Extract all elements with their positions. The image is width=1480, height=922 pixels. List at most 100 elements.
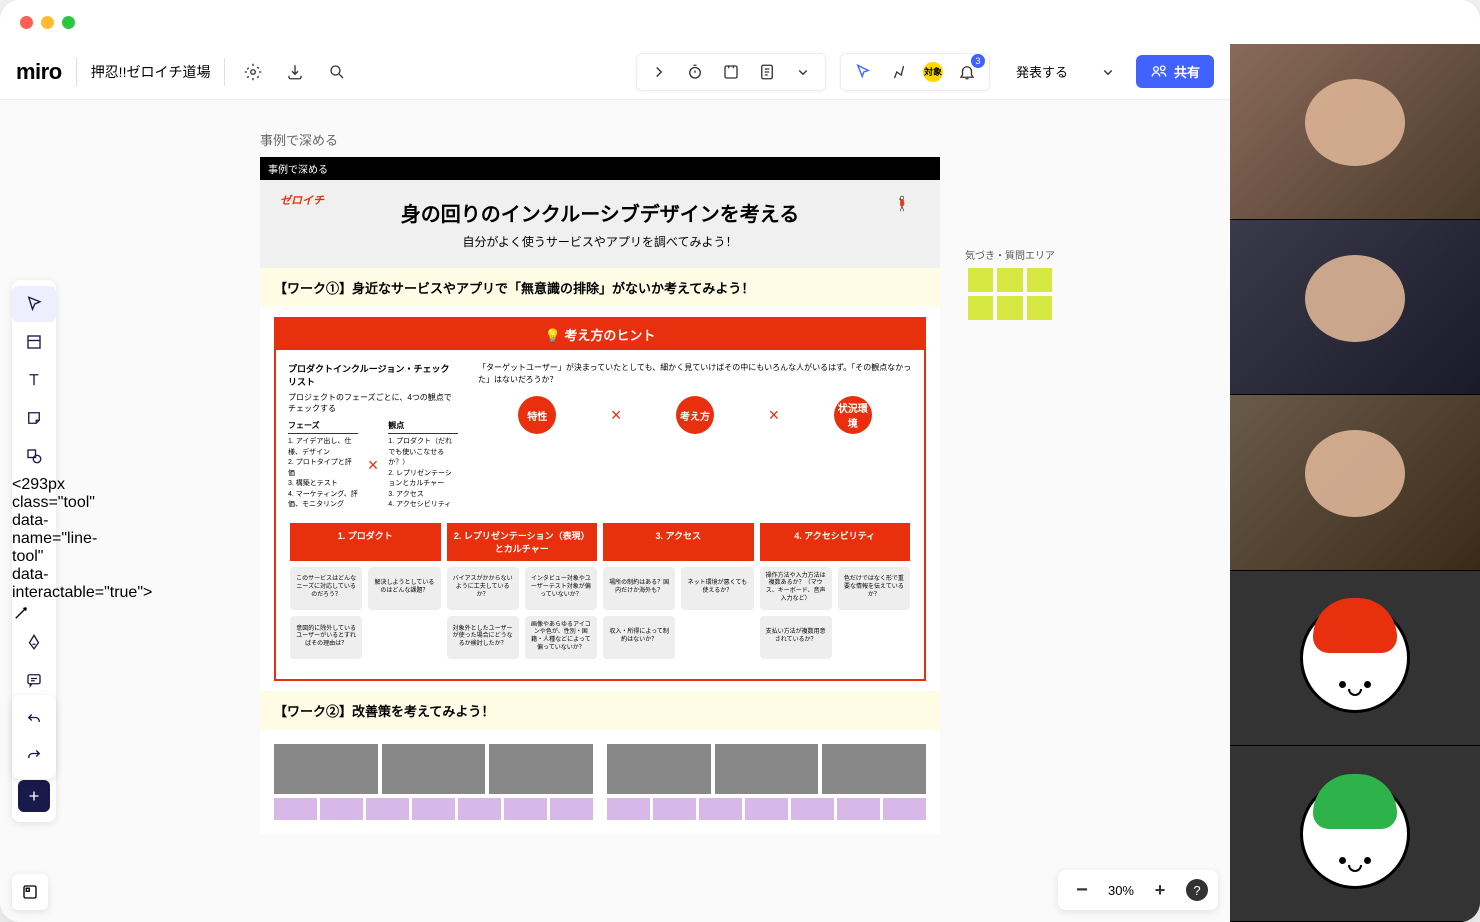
notes-icon[interactable]: [753, 58, 781, 86]
speech: 画像やあらゆるアイコンや色が、性別・国籍・人種などによって偏っていないか？: [525, 616, 597, 659]
hero-logo: ゼロイチ: [280, 192, 324, 208]
circle-2: 考え方: [676, 396, 714, 434]
participant-3[interactable]: [1230, 395, 1480, 571]
checklist: プロダクトインクルージョン・チェックリスト プロジェクトのフェーズごとに、4つの…: [288, 362, 458, 511]
participant-4[interactable]: [1230, 571, 1480, 747]
speech: 収入・所得によって制約はないか？: [603, 616, 675, 659]
speech: 支払い方法が複数用意されているか？: [760, 616, 832, 659]
video-participants: [1230, 44, 1480, 922]
chevron-right-icon[interactable]: [645, 58, 673, 86]
maximize-window-icon[interactable]: [62, 16, 75, 29]
minimap-toggle[interactable]: [12, 874, 48, 910]
category-tabs: 1. プロダクト 2. レプリゼンテーション（表現）とカルチャー 3. アクセス…: [276, 523, 924, 561]
present-button[interactable]: 発表する: [1004, 56, 1080, 87]
participant-1[interactable]: [1230, 44, 1480, 220]
breadcrumb: 事例で深める: [260, 130, 1130, 149]
export-icon[interactable]: [281, 58, 309, 86]
circles-diagram: 特性 × 考え方 × 状況環境: [478, 396, 912, 434]
speech: 対象外としたユーザーが使った場合にどうなるか検討したか？: [447, 616, 519, 659]
notes-panel: 気づき・質問エリア: [960, 247, 1060, 320]
tab-4: 4. アクセシビリティ: [760, 523, 911, 561]
board-name[interactable]: 押忍!!ゼロイチ道場: [91, 62, 211, 82]
divider: [224, 58, 225, 86]
sticky-note[interactable]: [968, 268, 993, 292]
main-frame[interactable]: 事例で深める ゼロイチ 身の回りのインクルーシブデザインを考える 自分がよく使う…: [260, 157, 940, 834]
presence-cluster: 対象 3: [840, 53, 990, 91]
speech: 場所の制約はある？国内だけか海外も？: [603, 567, 675, 610]
work2-area: [260, 730, 940, 834]
tab-2: 2. レプリゼンテーション（表現）とカルチャー: [447, 523, 598, 561]
canvas-area[interactable]: <293px class="tool" data-name="line-tool…: [0, 100, 1230, 922]
participant-2[interactable]: [1230, 220, 1480, 396]
user-avatar-badge[interactable]: 対象: [921, 60, 945, 84]
notifications-icon[interactable]: 3: [953, 58, 981, 86]
redo-icon[interactable]: [12, 737, 56, 773]
sticky-note[interactable]: [1027, 268, 1052, 292]
divider: [76, 58, 77, 86]
frame-tool[interactable]: [12, 324, 56, 360]
work2-title: 【ワーク②】改善策を考えてみよう！: [260, 691, 940, 730]
zoom-out-button[interactable]: −: [1068, 876, 1096, 904]
checklist-title: プロダクトインクルージョン・チェックリスト: [288, 362, 458, 388]
sticky-note[interactable]: [1027, 296, 1052, 320]
frame-title: 事例で深める: [260, 157, 940, 180]
view-tools-cluster: [636, 53, 826, 91]
add-tool[interactable]: [18, 780, 50, 812]
frame-body: ゼロイチ 身の回りのインクルーシブデザインを考える 自分がよく使うサービスやアプ…: [260, 180, 940, 834]
shape-tool[interactable]: [12, 438, 56, 474]
checklist-sub: プロジェクトのフェーズごとに、4つの観点でチェックする: [288, 392, 458, 414]
viewpoint-header: 観点: [388, 420, 458, 434]
app-body: miro 押忍!!ゼロイチ道場 対象: [0, 44, 1480, 922]
cartoon-avatar-red: [1300, 603, 1410, 713]
viewpoint-list: 1. プロダクト（だれでも使いこなせるか？） 2. レプリゼンテーションとカルチ…: [388, 437, 458, 511]
cartoon-avatar-green: [1300, 779, 1410, 889]
minimize-window-icon[interactable]: [41, 16, 54, 29]
hero-title: 身の回りのインクルーシブデザインを考える: [290, 198, 910, 227]
mac-titlebar: [0, 0, 1480, 44]
comment-tool[interactable]: [12, 662, 56, 698]
zoom-in-button[interactable]: +: [1146, 876, 1174, 904]
sticky-tool[interactable]: [12, 400, 56, 436]
share-button[interactable]: 共有: [1136, 55, 1214, 88]
miro-logo[interactable]: miro: [16, 59, 62, 85]
search-icon[interactable]: [323, 58, 351, 86]
main-area: miro 押忍!!ゼロイチ道場 対象: [0, 44, 1230, 922]
top-toolbar: miro 押忍!!ゼロイチ道場 対象: [0, 44, 1230, 100]
timer-icon[interactable]: [681, 58, 709, 86]
canvas-content: 事例で深める 事例で深める ゼロイチ 身の回りのインクルーシブデザインを考える …: [0, 100, 1230, 922]
zoom-level[interactable]: 30%: [1108, 883, 1134, 898]
participant-5[interactable]: [1230, 746, 1480, 922]
speech: 意図的に除外しているユーザーがいるとすればその理由は？: [290, 616, 362, 659]
settings-icon[interactable]: [239, 58, 267, 86]
reactions-icon[interactable]: [885, 58, 913, 86]
circle-3: 状況環境: [834, 396, 872, 434]
phase-header: フェーズ: [288, 420, 358, 434]
pen-tool[interactable]: [12, 624, 56, 660]
work1-title: 【ワーク①】身近なサービスやアプリで「無意識の排除」がないか考えてみよう！: [260, 268, 940, 307]
times-icon: ×: [368, 455, 379, 476]
hero-illustration: [884, 195, 920, 255]
screenshot-icon[interactable]: [717, 58, 745, 86]
speech: 色だけではなく形で重要な情報を伝えているか？: [838, 567, 910, 610]
speech: インタビュー対象やユーザーテスト対象が偏っていないか？: [525, 567, 597, 610]
sticky-note[interactable]: [997, 296, 1022, 320]
speech-bubbles: このサービスはどんなニーズに対応しているのだろう？ 解決しようとしているのはどん…: [276, 567, 924, 679]
cursor-icon[interactable]: [849, 58, 877, 86]
speech: 解決しようとしているのはどんな課題？: [368, 567, 440, 610]
select-tool[interactable]: [12, 286, 56, 322]
close-window-icon[interactable]: [20, 16, 33, 29]
text-tool[interactable]: [12, 362, 56, 398]
present-dropdown-icon[interactable]: [1094, 58, 1122, 86]
help-icon[interactable]: ?: [1186, 879, 1208, 901]
undo-icon[interactable]: [12, 701, 56, 737]
sticky-note[interactable]: [997, 268, 1022, 292]
hero-subtitle: 自分がよく使うサービスやアプリを調べてみよう！: [290, 233, 910, 250]
more-icon[interactable]: [789, 58, 817, 86]
phase-list: 1. アイデア出し、仕様、デザイン 2. プロトタイプと評価 3. 構築とテスト…: [288, 437, 358, 511]
speech: このサービスはどんなニーズに対応しているのだろう？: [290, 567, 362, 610]
speech: ネット環境が悪くても使えるか？: [681, 567, 753, 610]
speech: バイアスがかからないように工夫しているか？: [447, 567, 519, 610]
sticky-note[interactable]: [968, 296, 993, 320]
hero-section: ゼロイチ 身の回りのインクルーシブデザインを考える 自分がよく使うサービスやアプ…: [260, 180, 940, 268]
circle-1: 特性: [518, 396, 556, 434]
